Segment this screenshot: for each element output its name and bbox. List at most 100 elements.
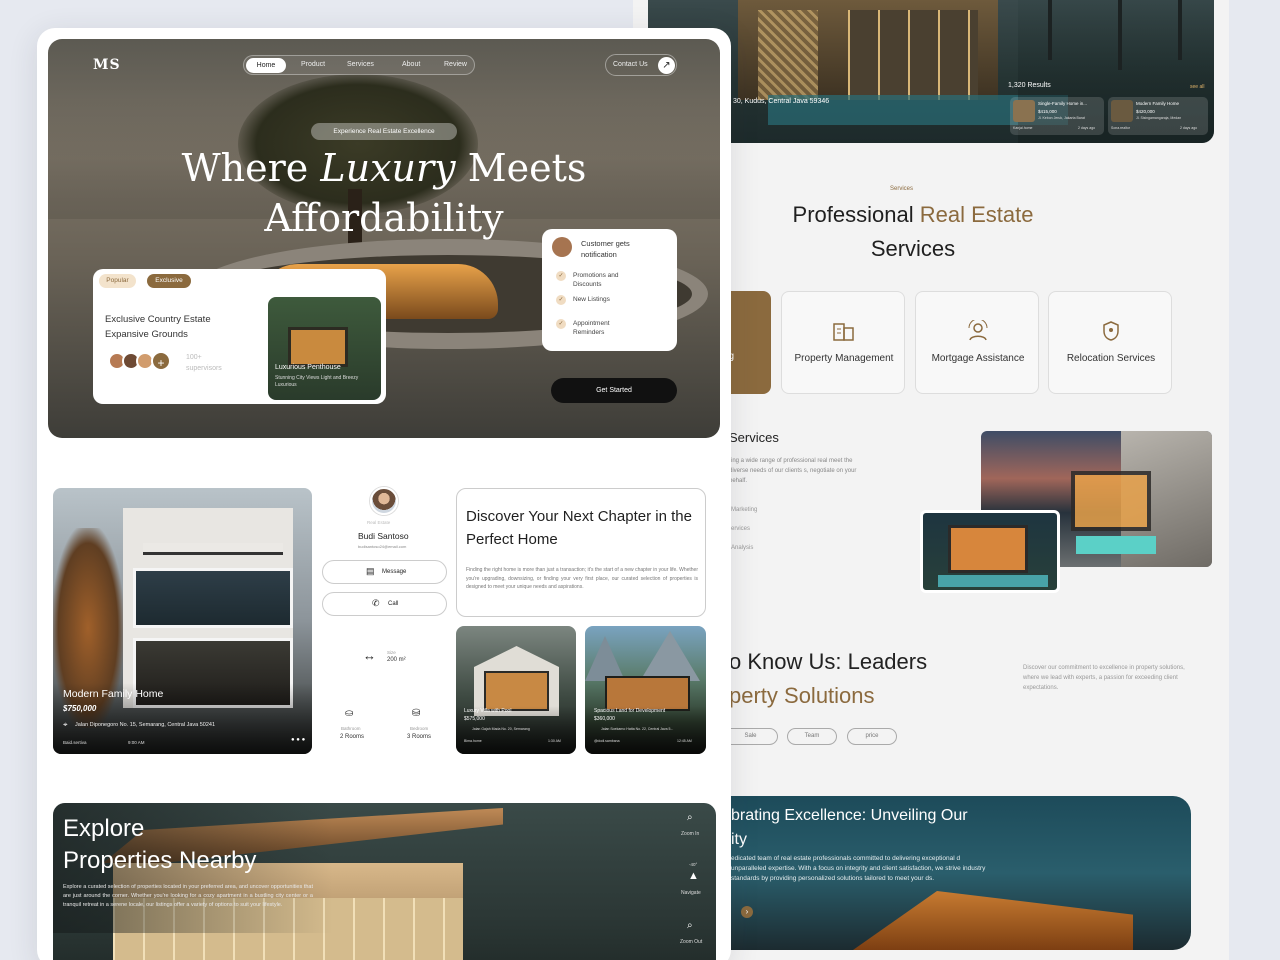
nav-about[interactable]: About [402, 61, 420, 68]
call-button[interactable]: ✆ Call [322, 592, 447, 616]
estate-title: Exclusive Country Estate Expansive Groun… [105, 314, 211, 340]
notify-title: Customer gets notification [581, 239, 630, 259]
nav-product[interactable]: Product [301, 61, 325, 68]
listing-agent: Kanjai.home [1013, 126, 1033, 130]
service-label: Relocation Services [1066, 353, 1156, 364]
bath-label: Bathroom [341, 726, 361, 731]
property-agent: @dodi.sambana [594, 739, 620, 743]
carousel-dots[interactable]: ● ● ● [291, 737, 305, 743]
explore-title-b: Properties Nearby [63, 847, 257, 874]
message-button[interactable]: ▤ Message [322, 560, 447, 584]
listing-time: 2 days ago [1078, 126, 1096, 130]
location-pin-icon: ⌖ [63, 720, 68, 729]
penthouse-desc: Stunning City Views Light and Breezy Lux… [275, 375, 359, 388]
chip-price[interactable]: price [847, 728, 897, 745]
bath-icon: ⛀ [345, 708, 354, 719]
contact-button[interactable]: Contact Us ↗ [605, 54, 677, 76]
service-card-property-management[interactable]: Property Management [781, 291, 905, 394]
nav-degree: -40° [689, 862, 698, 867]
chip-team[interactable]: Team [787, 728, 837, 745]
property-time: 1:30 AM [548, 739, 561, 743]
banner-title-a: brating Excellence: Unveiling Our [731, 807, 968, 824]
check-icon: ✓ [556, 319, 566, 329]
listing-card[interactable]: Single-Family Home in... $415,000 Jl. Ke… [1010, 97, 1104, 135]
size-value: 200 m² [387, 657, 406, 663]
phone-icon: ✆ [372, 598, 380, 608]
nav-home[interactable]: Home [246, 58, 286, 73]
zoom-out-icon[interactable]: ⌕ [687, 920, 693, 931]
zoom-in-icon[interactable]: ⌕ [687, 812, 693, 823]
services-eyebrow: Services [890, 186, 914, 192]
agent-role: Real Estate [367, 520, 391, 525]
explore-title-a: Explore [63, 815, 145, 842]
logo[interactable]: MS [93, 57, 121, 73]
property-price: $360,000 [594, 716, 615, 722]
nav-services[interactable]: Services [347, 61, 374, 68]
detail-list-item: Marketing [731, 507, 758, 513]
check-icon: ✓ [556, 295, 566, 305]
services-title: Professional Real Estate Services [792, 202, 1034, 261]
notification-card: Customer gets notification ✓ Promotions … [542, 229, 677, 351]
excellence-banner: brating Excellence: Unveiling Our ity ed… [723, 796, 1191, 950]
bath-value: 2 Rooms [340, 734, 365, 740]
listing-card[interactable]: Modern Family Home $420,000 Jl. Sisingam… [1108, 97, 1208, 135]
navigate-label: Navigate [681, 890, 701, 896]
property-card[interactable]: Spacious Land for Development $360,000 J… [585, 626, 706, 754]
estate-card[interactable]: Popular Exclusive Exclusive Country Esta… [93, 269, 386, 404]
tag-popular[interactable]: Popular [99, 274, 136, 288]
explore-desc: Explore a curated selection of propertie… [63, 884, 313, 908]
tag-exclusive[interactable]: Exclusive [147, 274, 191, 288]
next-arrow-icon[interactable]: › [741, 906, 753, 918]
avatar [552, 237, 572, 257]
nav-review[interactable]: Review [444, 61, 467, 68]
results-count: 1,320 Results [1008, 82, 1051, 89]
detail-list-item: ervices [731, 526, 751, 532]
main-property-address: Jalan Diponegoro No. 15, Semarang, Centr… [75, 722, 216, 728]
listing-time: 2 days ago [1180, 126, 1198, 130]
bed-value: 3 Rooms [407, 734, 432, 740]
listing-title: Modern Family Home [1136, 101, 1180, 106]
service-card-mortgage[interactable]: Mortgage Assistance [915, 291, 1039, 394]
agent-avatar [370, 487, 398, 515]
penthouse-card[interactable]: Luxurious Penthouse Stunning City Views … [268, 297, 381, 400]
top-address: 30, Kudus, Central Java 59346 [733, 98, 830, 105]
notify-item: New Listings [573, 296, 610, 303]
plus-icon[interactable]: + [151, 351, 171, 371]
main-property-price: $750,000 [63, 704, 97, 713]
discover-card: Discover Your Next Chapter in the Perfec… [456, 488, 706, 617]
zoom-in-label: Zoom In [681, 831, 700, 837]
front-page: MS Home Product Services About Review Co… [37, 28, 731, 960]
see-all-link[interactable]: see all [1190, 84, 1204, 90]
top-nav: Home Product Services About Review [243, 55, 475, 75]
listing-price: $415,000 [1038, 109, 1057, 114]
notify-item: Appointment Reminders [573, 320, 610, 336]
arrow-up-right-icon: ↗ [658, 57, 675, 74]
get-started-button[interactable]: Get Started [551, 378, 677, 403]
shield-icon [1103, 321, 1119, 341]
property-address: Jalan Soekarno Hatta No. 22, Central Jav… [601, 727, 674, 731]
service-label: Property Management [794, 353, 894, 364]
property-time: 12:45 AM [677, 739, 692, 743]
listing-price: $420,000 [1136, 109, 1155, 114]
penthouse-title: Luxurious Penthouse [275, 364, 341, 371]
property-card[interactable]: Luxury Villa with Pool $575,000 Jalan Ga… [456, 626, 576, 754]
service-card-relocation[interactable]: Relocation Services [1048, 291, 1172, 394]
listing-agent: Sona.realtor [1111, 126, 1131, 130]
listing-address: Jl. Sisingamangaraja, Medan [1136, 116, 1182, 120]
discover-title: Discover Your Next Chapter in the Perfec… [466, 508, 692, 548]
notify-item: Promotions and Discounts [573, 272, 619, 288]
zoom-out-label: Zoom Out [680, 939, 703, 945]
about-title: o Know Us: Leaders perty Solutions [729, 649, 928, 708]
chip-sale[interactable]: Sale [723, 728, 778, 745]
message-icon: ▤ [366, 566, 375, 576]
detail-list-item: Analysis [731, 545, 754, 551]
main-property-card[interactable]: Modern Family Home $750,000 ⌖ Jalan Dipo… [53, 488, 312, 754]
bed-icon: ⛁ [412, 708, 421, 719]
explore-section: Explore Properties Nearby Explore a cura… [53, 803, 716, 960]
service-label: Mortgage Assistance [931, 353, 1025, 364]
main-property-title: Modern Family Home [63, 688, 164, 700]
property-price: $575,000 [464, 716, 485, 722]
listing-address: Jl. Kebon Jeruk, Jakarta Barat [1038, 116, 1085, 120]
detail-title: Services [729, 430, 779, 445]
navigate-icon[interactable]: ▲ [688, 870, 699, 882]
